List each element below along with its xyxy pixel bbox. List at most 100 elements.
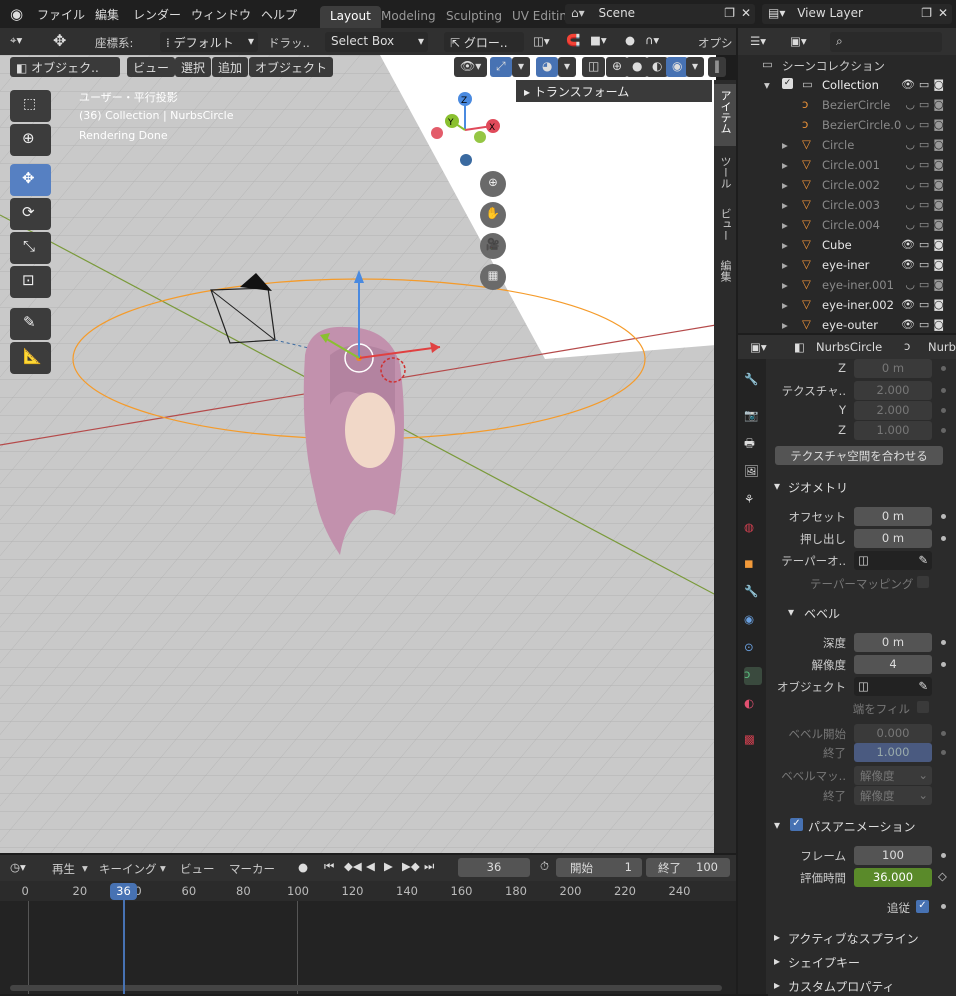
select-menu[interactable]: 選択 — [175, 57, 212, 77]
keyframe-dot[interactable] — [941, 514, 946, 519]
object-menu[interactable]: オブジェクト — [249, 57, 334, 77]
menu-file[interactable]: ファイル — [37, 6, 85, 23]
outliner-item[interactable]: ▸ ▽ eye-iner 👁▭◙ — [740, 255, 956, 275]
keyframe-dot[interactable] — [941, 904, 946, 909]
new-scene-icon[interactable]: ❐ — [724, 6, 735, 20]
jump-end-icon[interactable]: ⏭ — [424, 859, 434, 874]
transform-panel-header[interactable]: ▸ トランスフォーム — [516, 80, 712, 102]
add-menu[interactable]: 追加 — [212, 57, 249, 77]
visibility-render-icons[interactable]: ◡▭◙ — [905, 98, 948, 111]
navigation-gizmo[interactable]: Z Y X — [425, 90, 515, 170]
object-props-icon[interactable]: ◼ — [744, 556, 762, 574]
shading-wireframe-icon[interactable]: ⊕ — [606, 57, 629, 77]
prev-keyframe-icon[interactable]: ◆◀ — [344, 859, 362, 873]
transform-tool[interactable]: ⊡ — [10, 266, 51, 298]
mode-dropdown[interactable]: ◧ オブジェク.. — [10, 57, 120, 77]
gizmo-dropdown-icon[interactable]: ▾ — [512, 57, 531, 77]
render-props-icon[interactable]: 📷 — [744, 408, 762, 426]
keyframe-dot[interactable] — [941, 853, 946, 858]
visibility-render-icons[interactable]: ◡▭◙ — [905, 278, 948, 291]
active-spline-header[interactable]: ▸ アクティブなスプライン — [768, 926, 956, 948]
keying-menu[interactable]: キーイング — [99, 861, 157, 877]
outliner-item[interactable]: ▸ ▽ eye-iner.002 👁▭◙ — [740, 295, 956, 315]
keyframe-dot[interactable] — [941, 388, 946, 393]
visibility-render-icons[interactable]: ◡▭◙ — [905, 218, 948, 231]
outliner-item[interactable]: ▸ ▽ Cube 👁▭◙ — [740, 235, 956, 255]
display-mode-icon[interactable]: ☰▾ — [750, 34, 766, 48]
snap-target-icon[interactable]: ■▾ — [590, 33, 607, 47]
texture-space-field[interactable]: 2.000 — [854, 381, 932, 400]
xray-icon[interactable]: ◫ — [582, 57, 606, 77]
timeline-scrollbar[interactable] — [10, 985, 722, 991]
resolution-field[interactable]: 4 — [854, 655, 932, 674]
frames-field[interactable]: 100 — [854, 846, 932, 865]
output-props-icon[interactable]: 🖶 — [744, 436, 762, 454]
new-view-layer-icon[interactable]: ❐ — [921, 6, 932, 20]
rotate-tool[interactable]: ⟳ — [10, 198, 51, 230]
outliner-item[interactable]: ▸ ▽ Circle.004 ◡▭◙ — [740, 215, 956, 235]
eval-time-field[interactable]: 36.000 — [854, 868, 932, 887]
expand-icon[interactable]: ▸ — [782, 218, 788, 232]
tab-tool[interactable]: ツール — [714, 150, 736, 200]
overlay-dropdown-icon[interactable]: ▾ — [558, 57, 577, 77]
tab-edit[interactable]: 編集 — [714, 254, 736, 294]
tab-sculpting[interactable]: Sculpting — [436, 6, 512, 28]
playhead-label[interactable]: 36 — [110, 883, 137, 900]
bevel-map-end-dropdown[interactable]: 解像度 ⌄ — [854, 786, 932, 805]
path-animation-header[interactable]: ▾ ✓ パスアニメーション — [768, 814, 956, 836]
follow-checkbox[interactable]: ✓ — [916, 900, 929, 913]
expand-icon[interactable]: ▸ — [782, 298, 788, 312]
visibility-render-icons[interactable]: 👁▭◙ — [901, 318, 948, 331]
toggle-sidebar-icon[interactable]: ‖ — [708, 57, 726, 77]
keyframe-dot[interactable] — [941, 366, 946, 371]
outliner-item[interactable]: ▸ ▽ Circle ◡▭◙ — [740, 135, 956, 155]
zoom-button[interactable]: ⊕ — [480, 171, 506, 197]
texture-space-field[interactable]: 1.000 — [854, 421, 932, 440]
texture-space-field[interactable]: 2.000 — [854, 401, 932, 420]
select-mode-dropdown[interactable]: Select Box ▾ — [325, 32, 428, 52]
overlay-toggle-icon[interactable]: ◕ — [536, 57, 559, 77]
menu-render[interactable]: レンダー — [133, 6, 181, 23]
play-reverse-icon[interactable]: ◀ — [366, 859, 375, 873]
view-layer-selector[interactable]: ▤▾ View Layer ❐ ✕ — [762, 4, 952, 24]
gizmo-toggle-icon[interactable]: ⤢ — [490, 57, 512, 77]
outliner-item[interactable]: ▸ ▽ eye-iner.001 ◡▭◙ — [740, 275, 956, 295]
annotate-tool[interactable]: ✎ — [10, 308, 51, 340]
tab-item[interactable]: アイテム — [714, 84, 736, 146]
data-name[interactable]: Nurbs — [928, 340, 956, 354]
expand-icon[interactable]: ▸ — [782, 138, 788, 152]
outliner-item[interactable]: ↄ BezierCircle ◡▭◙ — [740, 95, 956, 115]
pan-button[interactable]: ✋ — [480, 202, 506, 228]
expand-icon[interactable]: ▸ — [782, 278, 788, 292]
custom-props-header[interactable]: ▸ カスタムプロパティ — [768, 974, 956, 996]
bevel-section-header[interactable]: ▾ ベベル — [768, 601, 956, 623]
expand-icon[interactable]: ▸ — [782, 238, 788, 252]
camera-view-button[interactable]: 🎥 — [480, 233, 506, 259]
scene-collection-row[interactable]: ▭ シーンコレクション — [740, 55, 956, 75]
keyframe-dot[interactable] — [941, 662, 946, 667]
view-menu[interactable]: ビュー — [127, 57, 176, 77]
expand-icon[interactable]: ▸ — [782, 158, 788, 172]
coord-dropdown[interactable]: ⁞ デフォルト ▾ — [160, 32, 258, 52]
visibility-render-icons[interactable]: 👁▭◙ — [901, 298, 948, 311]
curve-data-props-icon[interactable]: ↄ — [744, 667, 762, 685]
keyframe-dot[interactable] — [941, 750, 946, 755]
world-props-icon[interactable]: ◍ — [744, 520, 762, 538]
offset-field[interactable]: 0 m — [854, 507, 932, 526]
visibility-render-icons[interactable]: ◡▭◙ — [905, 138, 948, 151]
visibility-render-icons[interactable]: ◡▭◙ — [905, 158, 948, 171]
bevel-start-field[interactable]: 0.000 — [854, 724, 932, 743]
taper-mapping-checkbox[interactable] — [917, 576, 929, 588]
timeline-track[interactable] — [0, 901, 736, 994]
eyedropper-icon[interactable]: ✎ — [918, 553, 928, 567]
expand-icon[interactable]: ▸ — [782, 178, 788, 192]
menu-window[interactable]: ウィンドウ — [191, 6, 251, 23]
keyframe-dot[interactable] — [941, 640, 946, 645]
material-props-icon[interactable]: ◐ — [744, 696, 762, 714]
extrude-field[interactable]: 0 m — [854, 529, 932, 548]
next-keyframe-icon[interactable]: ▶◆ — [402, 859, 420, 873]
shading-dropdown-icon[interactable]: ▾ — [686, 57, 705, 77]
3d-viewport[interactable]: ユーザー・平行投影 (36) Collection | NurbsCircle … — [0, 55, 716, 853]
visibility-render-icons[interactable]: 👁▭◙ — [901, 78, 948, 91]
view-layer-props-icon[interactable]: 🖼 — [744, 464, 762, 482]
